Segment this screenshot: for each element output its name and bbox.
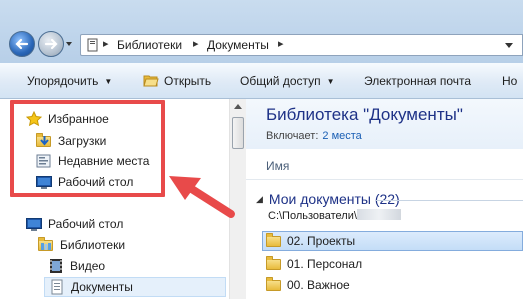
collapse-triangle-icon[interactable]: ◢ xyxy=(256,194,263,204)
organize-button[interactable]: Упорядочить ▼ xyxy=(27,74,112,88)
scroll-thumb[interactable] xyxy=(232,117,244,149)
nav-tree-libraries[interactable]: Библиотеки xyxy=(38,235,125,255)
folder-icon xyxy=(266,233,282,249)
includes-locations-link[interactable]: 2 места xyxy=(322,130,361,142)
address-dropdown-button[interactable] xyxy=(496,34,523,56)
scroll-up-icon[interactable] xyxy=(233,102,243,110)
nav-tree-label: Видео xyxy=(70,259,106,273)
library-header: Библиотека "Документы" Включает: 2 места xyxy=(246,99,523,149)
library-title: Библиотека "Документы" xyxy=(266,105,463,124)
folder-icon xyxy=(266,277,282,293)
column-header-name[interactable]: Имя xyxy=(266,159,289,173)
file-name: 01. Персонал xyxy=(287,257,363,271)
address-bar[interactable]: ▸ Библиотеки ▸ Документы ▸ xyxy=(80,34,500,56)
share-label: Общий доступ xyxy=(240,74,321,88)
includes-label: Включает: xyxy=(266,130,319,142)
open-button[interactable]: Открыть xyxy=(164,74,211,88)
email-label: Электронная почта xyxy=(364,74,472,88)
folder-icon xyxy=(266,256,282,272)
back-button[interactable] xyxy=(9,31,35,57)
chevron-down-icon xyxy=(505,43,513,48)
content-pane: Библиотека "Документы" Включает: 2 места … xyxy=(246,99,523,299)
forward-button[interactable] xyxy=(38,31,64,57)
nav-tree-documents[interactable]: Документы xyxy=(44,277,226,297)
highlight-box xyxy=(10,100,165,197)
group-divider xyxy=(376,200,523,201)
computer-icon xyxy=(87,38,98,52)
file-name: 02. Проекты xyxy=(287,234,356,248)
group-path-text: C:\Пользователи\ xyxy=(268,210,357,222)
video-icon xyxy=(50,259,62,273)
breadcrumb-separator[interactable]: ▸ xyxy=(193,37,199,50)
forward-arrow-icon xyxy=(44,38,58,50)
new-folder-button[interactable]: Но xyxy=(502,74,517,88)
nav-tree-label: Документы xyxy=(71,280,133,294)
open-label: Открыть xyxy=(164,74,212,88)
file-name: 00. Важное xyxy=(287,278,350,292)
window-titlebar: ▸ Библиотеки ▸ Документы ▸ xyxy=(0,0,523,63)
nav-tree-label: Рабочий стол xyxy=(48,217,124,231)
history-dropdown-icon[interactable] xyxy=(64,39,74,49)
breadcrumb-separator[interactable]: ▸ xyxy=(278,37,284,50)
breadcrumb-separator[interactable]: ▸ xyxy=(103,37,109,50)
blurred-username xyxy=(356,209,401,220)
documents-icon xyxy=(51,279,63,295)
chevron-down-icon: ▼ xyxy=(104,77,113,86)
file-row[interactable]: 01. Персонал xyxy=(262,254,523,274)
annotation-arrow xyxy=(169,176,235,218)
breadcrumb-documents[interactable]: Документы xyxy=(207,38,269,52)
organize-label: Упорядочить xyxy=(27,74,99,88)
file-row[interactable]: 02. Проекты xyxy=(262,231,523,251)
desktop-icon xyxy=(26,218,42,231)
libraries-icon xyxy=(38,237,54,253)
open-folder-icon xyxy=(143,75,159,87)
new-folder-label: Но xyxy=(502,74,518,88)
back-arrow-icon xyxy=(15,38,29,50)
group-header[interactable]: ◢ Мои документы (22) xyxy=(256,191,400,207)
command-bar: Упорядочить ▼ Открыть Общий доступ ▼ Элект… xyxy=(0,63,523,99)
group-title: Мои документы (22) xyxy=(268,191,400,207)
group-path: C:\Пользователи\ xyxy=(268,209,401,222)
breadcrumb-libraries[interactable]: Библиотеки xyxy=(117,38,182,52)
file-row[interactable]: 00. Важное xyxy=(262,275,523,295)
nav-tree-label: Библиотеки xyxy=(60,238,126,252)
share-button[interactable]: Общий доступ ▼ xyxy=(240,74,335,88)
includes-line: Включает: 2 места xyxy=(266,130,362,142)
chevron-down-icon: ▼ xyxy=(326,77,335,86)
nav-tree-desktop[interactable]: Рабочий стол xyxy=(26,214,123,234)
nav-tree-video[interactable]: Видео xyxy=(48,256,105,276)
email-button[interactable]: Электронная почта xyxy=(364,74,471,88)
column-divider xyxy=(246,179,523,180)
